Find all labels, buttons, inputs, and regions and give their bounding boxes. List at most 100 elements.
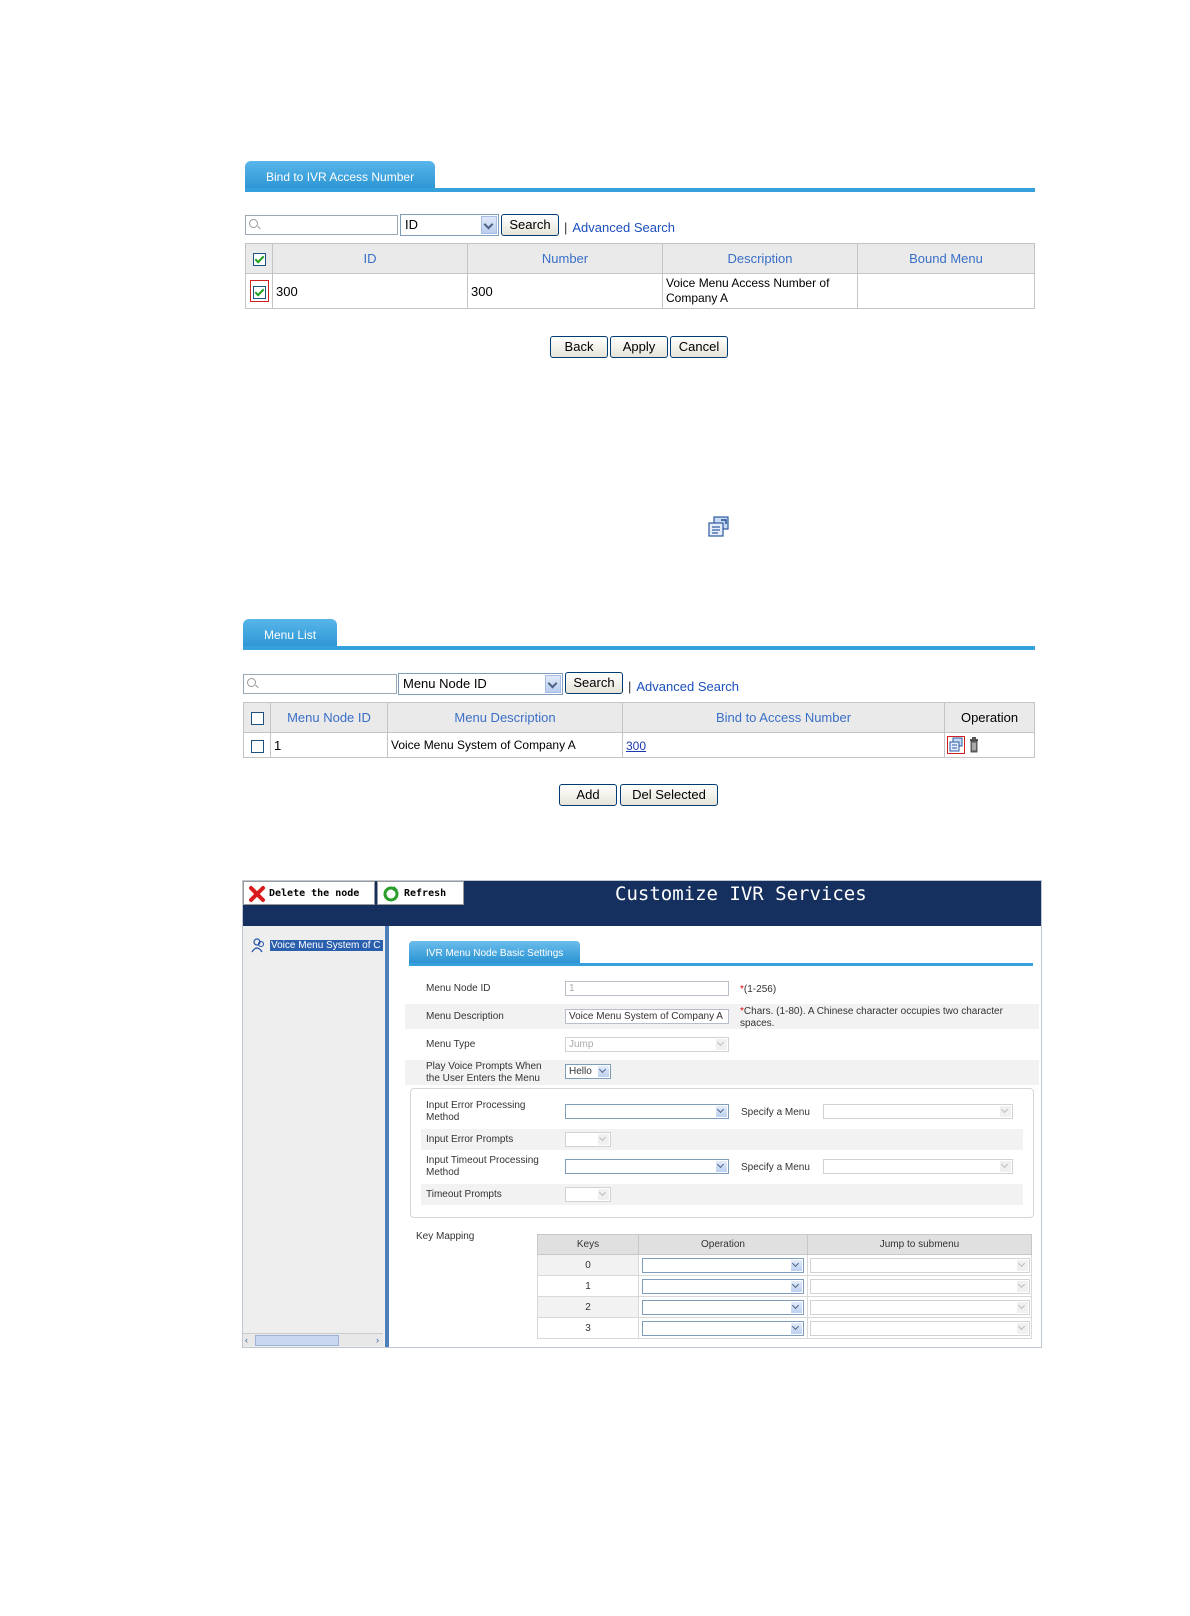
refresh-button[interactable]: Refresh <box>377 881 464 905</box>
row-select-cell[interactable] <box>245 273 273 309</box>
cell-description: Voice Menu Access Number of Company A <box>662 273 858 309</box>
column-header: Jump to submenu <box>807 1234 1032 1255</box>
input-error-prompts-select[interactable] <box>565 1132 611 1147</box>
search-button[interactable]: Search <box>565 672 623 694</box>
bind-icon[interactable] <box>947 736 965 754</box>
operation-cell <box>638 1254 808 1276</box>
input-timeout-method-select[interactable] <box>565 1159 729 1174</box>
timeout-prompts-label: Timeout Prompts <box>426 1189 502 1200</box>
table-header-row: ID Number Description Bound Menu <box>245 243 1035 274</box>
search-input[interactable] <box>245 215 398 235</box>
add-button[interactable]: Add <box>559 784 617 806</box>
submenu-cell <box>807 1317 1032 1339</box>
select-all-cell[interactable] <box>245 243 273 274</box>
menu-node-id-note: *(1-256) <box>740 984 777 995</box>
scroll-right-icon[interactable]: › <box>376 1335 379 1345</box>
close-icon <box>249 886 265 902</box>
cell-access-number[interactable]: 300 <box>622 732 945 758</box>
column-header: ID <box>272 243 468 274</box>
tree-item-voice-menu[interactable]: Voice Menu System of C <box>270 940 383 951</box>
advanced-search-link[interactable]: Advanced Search <box>564 220 675 235</box>
table-row: 2 <box>537 1296 1032 1318</box>
cell-node-id: 1 <box>270 732 388 758</box>
key-submenu-select[interactable] <box>809 1320 1030 1336</box>
menu-description-input[interactable]: Voice Menu System of Company A <box>565 1009 729 1024</box>
key-cell: 0 <box>537 1254 639 1276</box>
input-timeout-specify-select[interactable] <box>823 1159 1013 1174</box>
row-checkbox[interactable] <box>250 739 264 753</box>
cell-number: 300 <box>467 273 663 309</box>
access-number-link[interactable]: 300 <box>626 739 646 753</box>
key-operation-select[interactable] <box>642 1278 804 1294</box>
menu-type-select[interactable]: Jump <box>565 1037 729 1052</box>
timeout-prompts-select[interactable] <box>565 1187 611 1202</box>
search-field-select[interactable]: Menu Node ID <box>398 673 563 695</box>
row-select-cell[interactable] <box>243 732 271 758</box>
column-header: Bound Menu <box>857 243 1035 274</box>
refresh-icon <box>383 886 399 902</box>
advanced-search-link[interactable]: Advanced Search <box>628 679 739 694</box>
search-field-value: Menu Node ID <box>403 676 487 691</box>
access-number-table: ID Number Description Bound Menu 300 300… <box>245 243 1035 309</box>
key-submenu-select[interactable] <box>809 1278 1030 1294</box>
column-header: Operation <box>638 1234 808 1255</box>
chevron-down-icon <box>481 216 497 234</box>
row-checkbox[interactable] <box>252 285 266 299</box>
delete-node-button[interactable]: Delete the node <box>243 881 375 905</box>
search-button[interactable]: Search <box>501 214 559 236</box>
tab-underline <box>243 646 1035 650</box>
play-prompts-select[interactable]: Hello <box>565 1064 611 1079</box>
cell-description: Voice Menu System of Company A <box>387 732 623 758</box>
search-field-select[interactable]: ID <box>400 214 499 236</box>
apply-button[interactable]: Apply <box>610 336 668 358</box>
scroll-thumb[interactable] <box>255 1335 339 1346</box>
chevron-down-icon <box>791 1280 802 1292</box>
search-icon <box>247 678 256 687</box>
scroll-left-icon[interactable]: ‹ <box>245 1335 248 1345</box>
tab-bind-to-ivr-access-number[interactable]: Bind to IVR Access Number <box>245 161 436 191</box>
select-all-cell[interactable] <box>243 702 271 733</box>
menu-description-note: *Chars. (1-80). A Chinese character occu… <box>740 1006 1003 1029</box>
operation-cell <box>638 1296 808 1318</box>
column-header: Bind to Access Number <box>622 702 945 733</box>
page-title: Customize IVR Services <box>615 883 867 905</box>
table-row: 1 Voice Menu System of Company A 300 <box>243 732 1035 758</box>
chevron-down-icon <box>1000 1161 1011 1172</box>
input-error-specify-select[interactable] <box>823 1104 1013 1119</box>
menu-type-label: Menu Type <box>426 1039 476 1050</box>
search-icon <box>249 219 258 228</box>
column-header: Menu Node ID <box>270 702 388 733</box>
select-all-checkbox[interactable] <box>252 253 266 267</box>
timeout-prompts-row <box>421 1184 1023 1205</box>
row-checkbox-highlight <box>249 280 269 302</box>
key-mapping-table: Keys Operation Jump to submenu 0 1 2 3 <box>537 1234 1032 1339</box>
input-timeout-specify-label: Specify a Menu <box>741 1162 810 1173</box>
back-button[interactable]: Back <box>550 336 608 358</box>
play-prompts-label: Play Voice Prompts When the User Enters … <box>426 1061 542 1084</box>
chevron-down-icon <box>791 1301 802 1313</box>
delete-icon[interactable] <box>969 737 979 753</box>
select-all-checkbox[interactable] <box>250 712 264 726</box>
menu-tree-sidebar: Voice Menu System of C ‹ › <box>243 926 385 1347</box>
chevron-down-icon <box>598 1189 609 1200</box>
menu-node-id-input[interactable]: 1 <box>565 981 729 996</box>
cell-id: 300 <box>272 273 468 309</box>
cancel-button[interactable]: Cancel <box>670 336 728 358</box>
key-submenu-select[interactable] <box>809 1257 1030 1273</box>
key-operation-select[interactable] <box>642 1257 804 1273</box>
column-header: Keys <box>537 1234 639 1255</box>
submenu-cell <box>807 1296 1032 1318</box>
column-header: Description <box>662 243 858 274</box>
key-operation-select[interactable] <box>642 1320 804 1336</box>
horizontal-scrollbar[interactable]: ‹ › <box>243 1333 383 1346</box>
del-selected-button[interactable]: Del Selected <box>620 784 718 806</box>
search-input[interactable] <box>243 674 397 694</box>
tab-underline <box>245 188 1035 192</box>
key-submenu-select[interactable] <box>809 1299 1030 1315</box>
input-error-method-select[interactable] <box>565 1104 729 1119</box>
chevron-down-icon <box>716 1106 727 1117</box>
tab-ivr-menu-node-basic-settings[interactable]: IVR Menu Node Basic Settings <box>409 941 581 963</box>
key-operation-select[interactable] <box>642 1299 804 1315</box>
tab-menu-list[interactable]: Menu List <box>243 619 338 649</box>
tab-underline <box>409 963 1033 966</box>
